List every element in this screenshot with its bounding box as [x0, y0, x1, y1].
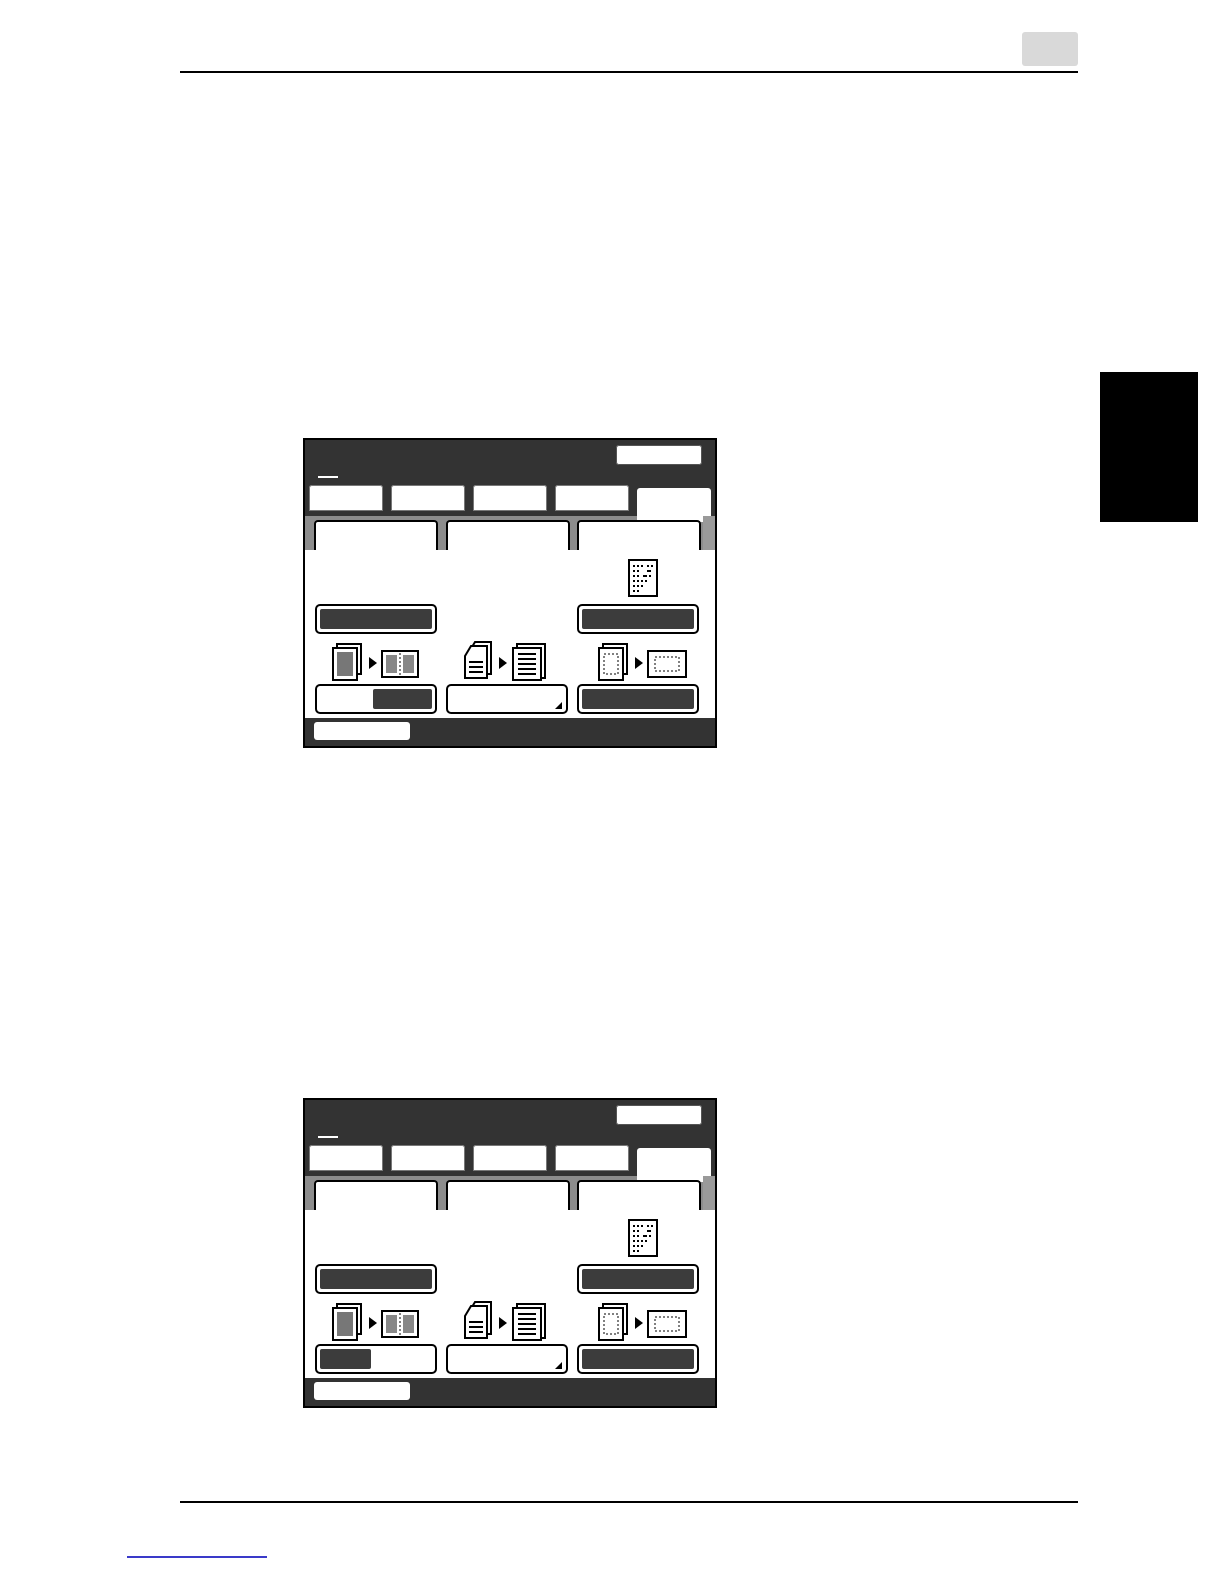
- header-rule: [180, 71, 1078, 73]
- footer-rule: [180, 1501, 1078, 1503]
- chapter-side-tab: [1100, 372, 1198, 522]
- chapter-number-box: [1022, 32, 1078, 66]
- panel-frame: [303, 438, 717, 748]
- touch-panel-screenshot-2: [303, 1098, 717, 1408]
- touch-panel-screenshot-1: [303, 438, 717, 748]
- footer-link-underline[interactable]: [127, 1556, 267, 1558]
- panel-frame: [303, 1098, 717, 1408]
